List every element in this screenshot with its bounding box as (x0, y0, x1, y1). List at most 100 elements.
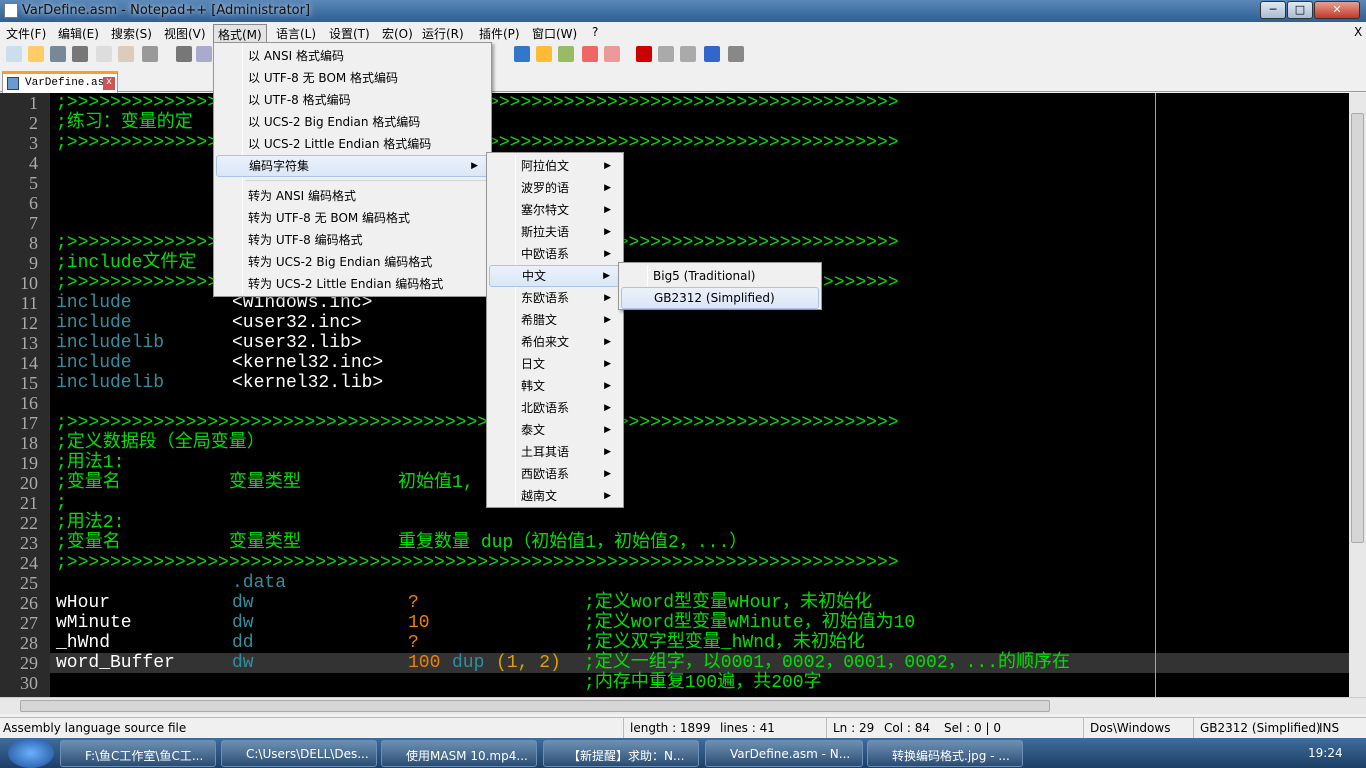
charset-menu-item[interactable]: 阿拉伯文 ▶ (489, 155, 621, 177)
taskbar-item[interactable]: VarDefine.asm - N... (705, 740, 863, 767)
charset-menu-item[interactable]: 日文 ▶ (489, 353, 621, 375)
charset-menu-item[interactable]: 中欧语系 ▶ (489, 243, 621, 265)
submenu-arrow-icon: ▶ (604, 161, 611, 171)
format-menu-item[interactable]: 转为 UCS-2 Big Endian 编码格式 (216, 251, 489, 273)
horizontal-scrollbar[interactable] (0, 697, 1366, 714)
submenu-arrow-icon: ▶ (471, 161, 478, 171)
line-number: Ln : 29 (833, 721, 875, 735)
line-number: 14 (20, 353, 38, 373)
menubar-close-button[interactable]: X (1350, 24, 1366, 40)
toolbar-icon-8[interactable] (196, 46, 212, 62)
vertical-scroll-thumb[interactable] (1351, 113, 1364, 543)
format-menu-item[interactable]: 以 UTF-8 格式编码 (216, 89, 489, 111)
charset-menu-item[interactable]: 越南文 ▶ (489, 485, 621, 507)
menu-5[interactable]: 语言(L) (272, 24, 320, 43)
format-menu-item[interactable]: 编码字符集 ▶ (216, 155, 489, 177)
vertical-scrollbar[interactable] (1349, 93, 1366, 697)
toolbar-icon-14[interactable] (636, 46, 652, 62)
chinese-menu-item[interactable]: Big5 (Traditional) (621, 265, 819, 287)
format-menu-item[interactable]: 以 UCS-2 Little Endian 格式编码 (216, 133, 489, 155)
submenu-arrow-icon: ▶ (604, 469, 611, 479)
line-number-gutter: 1 2 3 4 5 6 7 8 9 10 11 12 13 14 15 16 17 18 19 20 21 22 23 24 2… (0, 93, 50, 697)
code-editor[interactable]: 1 2 3 4 5 6 7 8 9 10 11 12 13 14 15 16 17 18 19 20 21 22 23 24 2… (0, 93, 1349, 697)
toolbar-icon-1[interactable] (28, 46, 44, 62)
format-menu-item[interactable]: 转为 ANSI 编码格式 (216, 185, 489, 207)
charset-menu-item[interactable]: 北欧语系 ▶ (489, 397, 621, 419)
charset-menu-item[interactable]: 泰文 ▶ (489, 419, 621, 441)
toolbar-icon-2[interactable] (50, 46, 66, 62)
toolbar-icon-16[interactable] (680, 46, 696, 62)
taskbar-item[interactable]: F:\鱼C工作室\鱼C工... (60, 740, 216, 767)
toolbar-icon-9[interactable] (514, 46, 530, 62)
format-menu-item[interactable]: 以 UCS-2 Big Endian 格式编码 (216, 111, 489, 133)
line-number: 15 (20, 373, 38, 393)
menu-11[interactable]: ? (588, 24, 602, 40)
save-icon (7, 77, 19, 90)
menu-3[interactable]: 视图(V) (160, 24, 210, 43)
taskbar-item[interactable]: 【新提醒】求助：N... (543, 740, 699, 767)
format-menu-item[interactable]: 转为 UTF-8 编码格式 (216, 229, 489, 251)
maximize-button[interactable]: □ (1287, 1, 1313, 19)
menu-7[interactable]: 宏(O) (378, 24, 417, 43)
menu-2[interactable]: 搜索(S) (107, 24, 156, 43)
code-token: dw (232, 613, 254, 633)
toolbar-icon-13[interactable] (604, 46, 620, 62)
tab-label: VarDefine.asm (25, 77, 111, 89)
toolbar-icon-0[interactable] (6, 46, 22, 62)
line-number: 1 (29, 93, 38, 113)
line-number: 7 (29, 213, 38, 233)
format-menu-item[interactable]: 以 UTF-8 无 BOM 格式编码 (216, 67, 489, 89)
charset-menu-item[interactable]: 塞尔特文 ▶ (489, 199, 621, 221)
menu-6[interactable]: 设置(T) (325, 24, 374, 43)
charset-menu-item[interactable]: 希腊文 ▶ (489, 309, 621, 331)
format-menu-item[interactable]: 转为 UTF-8 无 BOM 编码格式 (216, 207, 489, 229)
charset-menu-item[interactable]: 西欧语系 ▶ (489, 463, 621, 485)
toolbar-icon-12[interactable] (582, 46, 598, 62)
line-number: 21 (20, 493, 38, 513)
taskbar-item[interactable]: C:\Users\DELL\Des... (221, 740, 377, 767)
menu-10[interactable]: 窗口(W) (528, 24, 581, 43)
charset-menu-item[interactable]: 希伯来文 ▶ (489, 331, 621, 353)
menu-1[interactable]: 编辑(E) (54, 24, 103, 43)
tab-vardefine[interactable]: VarDefine.asm x (2, 71, 118, 93)
code-token: .data (232, 573, 287, 593)
menu-0[interactable]: 文件(F) (2, 24, 50, 43)
toolbar-icon-10[interactable] (536, 46, 552, 62)
horizontal-scroll-thumb[interactable] (20, 700, 1050, 712)
charset-menu-item[interactable]: 土耳其语 ▶ (489, 441, 621, 463)
code-token: <kernel32.inc> (232, 353, 384, 373)
code-token: ;定义word型变量wMinute，初始值为10 (584, 613, 916, 633)
submenu-arrow-icon: ▶ (604, 183, 611, 193)
toolbar-icon-6[interactable] (142, 46, 158, 62)
toolbar-icon-15[interactable] (658, 46, 674, 62)
start-button[interactable] (8, 738, 54, 768)
chinese-menu-item[interactable]: GB2312 (Simplified) (621, 287, 819, 309)
charset-menu-item[interactable]: 波罗的语 ▶ (489, 177, 621, 199)
minimize-button[interactable]: ─ (1260, 1, 1286, 19)
tab-close-icon[interactable]: x (103, 77, 115, 90)
menu-9[interactable]: 插件(P) (475, 24, 524, 43)
charset-menu-item[interactable]: 中文 ▶ (489, 265, 621, 287)
format-menu-item[interactable]: 以 ANSI 格式编码 (216, 45, 489, 67)
charset-menu-item[interactable]: 斯拉夫语 ▶ (489, 221, 621, 243)
toolbar-icon-18[interactable] (728, 46, 744, 62)
toolbar-icon-3[interactable] (72, 46, 88, 62)
toolbar-icon-7[interactable] (176, 46, 192, 62)
close-button[interactable]: ✕ (1314, 1, 1360, 19)
code-token: wMinute (56, 613, 132, 633)
code-token: ? (408, 633, 419, 653)
toolbar-icon-4[interactable] (96, 46, 112, 62)
menu-8[interactable]: 运行(R) (418, 24, 468, 43)
toolbar-icon-11[interactable] (558, 46, 574, 62)
code-token: ; (56, 493, 67, 513)
charset-menu-item[interactable]: 东欧语系 ▶ (489, 287, 621, 309)
charset-menu-item[interactable]: 韩文 ▶ (489, 375, 621, 397)
taskbar-item[interactable]: 转换编码格式.jpg - ... (867, 740, 1023, 767)
taskbar-item[interactable]: 使用MASM 10.mp4... (381, 740, 537, 767)
code-token: (1, 2) (496, 653, 561, 673)
toolbar-icon-5[interactable] (118, 46, 134, 62)
toolbar-icon-17[interactable] (704, 46, 720, 62)
format-menu-item[interactable]: 转为 UCS-2 Little Endian 编码格式 (216, 273, 489, 295)
code-token: ;用法1: (56, 453, 125, 473)
code-token: 100 (408, 653, 441, 673)
